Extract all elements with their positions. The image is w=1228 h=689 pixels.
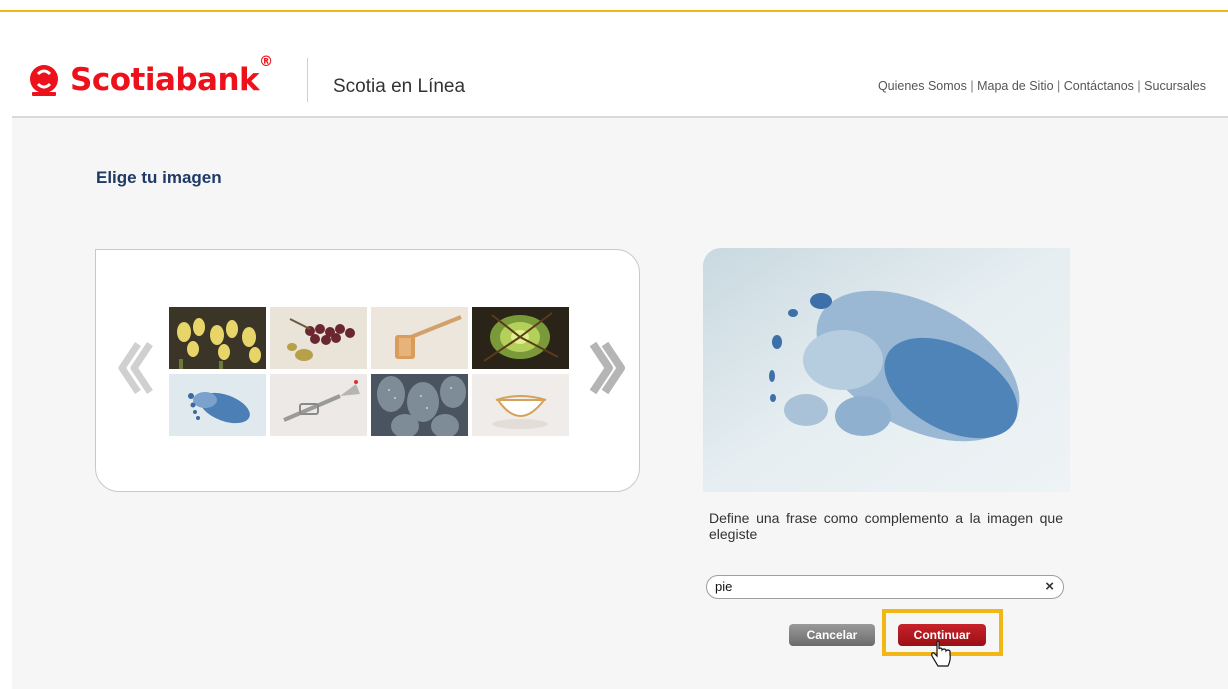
phrase-input[interactable] — [715, 579, 1035, 594]
thumb-trumpet[interactable] — [270, 374, 367, 436]
link-mapa-de-sitio[interactable]: Mapa de Sitio — [977, 79, 1053, 93]
header-divider — [307, 58, 308, 102]
top-links: Quienes Somos | Mapa de Sitio | Contácta… — [878, 79, 1206, 93]
cancel-button[interactable]: Cancelar — [789, 624, 875, 646]
chevron-right-icon[interactable] — [587, 338, 627, 398]
thumb-wooden-mallet[interactable] — [371, 307, 468, 369]
link-quienes-somos[interactable]: Quienes Somos — [878, 79, 967, 93]
thumb-footprint[interactable] — [169, 374, 266, 436]
top-rule — [0, 0, 1228, 12]
phrase-instructions: Define una frase como complemento a la i… — [709, 510, 1063, 542]
brand-logo[interactable]: Scotiabank® — [28, 54, 273, 98]
brand-name: Scotiabank® — [70, 54, 273, 98]
thumb-grapes[interactable] — [270, 307, 367, 369]
thumb-cactus[interactable] — [371, 374, 468, 436]
link-contactanos[interactable]: Contáctanos — [1064, 79, 1134, 93]
chevron-left-icon[interactable] — [116, 338, 156, 398]
thumb-succulent[interactable] — [472, 307, 569, 369]
link-separator: | — [970, 79, 974, 93]
thumb-flowers[interactable] — [169, 307, 266, 369]
phrase-field: × — [706, 575, 1064, 599]
selected-image-preview — [703, 248, 1070, 492]
hand-cursor-icon — [931, 640, 951, 667]
link-separator: | — [1057, 79, 1061, 93]
clear-icon[interactable]: × — [1045, 578, 1054, 595]
thumbnail-grid — [169, 307, 569, 436]
scotiabank-logo-icon — [30, 65, 58, 96]
link-separator: | — [1137, 79, 1141, 93]
page-title: Elige tu imagen — [96, 168, 222, 187]
app-title: Scotia en Línea — [333, 76, 466, 97]
thumb-teacup[interactable] — [472, 374, 569, 436]
link-sucursales[interactable]: Sucursales — [1144, 79, 1206, 93]
